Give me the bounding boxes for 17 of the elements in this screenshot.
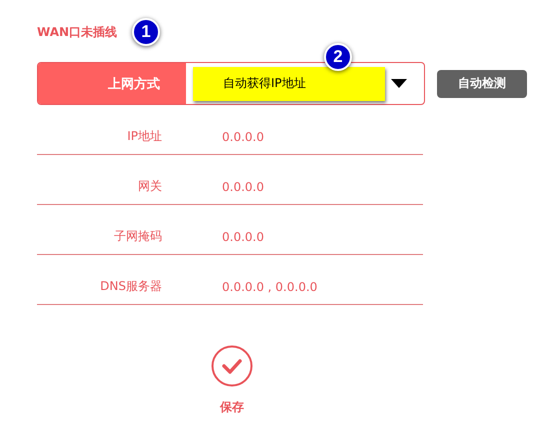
auto-detect-button[interactable]: 自动检测 — [437, 70, 527, 98]
field-label: 子网掩码 — [113, 228, 162, 245]
field-value: 0.0.0.0 — [222, 130, 264, 144]
field-label: 上网方式 — [38, 63, 186, 104]
caret-icon[interactable] — [391, 79, 407, 88]
field-value: 0.0.0.0 — [222, 180, 264, 194]
field-value: 0.0.0.0 — [222, 230, 264, 244]
field-label: IP地址 — [126, 128, 162, 145]
field-value: 0.0.0.0 , 0.0.0.0 — [222, 280, 318, 294]
field-label: 网关 — [137, 178, 162, 195]
save-check-icon[interactable] — [211, 345, 253, 387]
step-marker: 1 — [132, 18, 160, 46]
step-marker: 2 — [324, 43, 352, 71]
field-label: DNS服务器 — [99, 278, 162, 295]
connection-type-select[interactable]: 自动获得IP地址 — [193, 66, 385, 100]
status-title: WAN口未插线 — [37, 24, 118, 40]
save-button[interactable]: 保存 — [220, 399, 244, 416]
